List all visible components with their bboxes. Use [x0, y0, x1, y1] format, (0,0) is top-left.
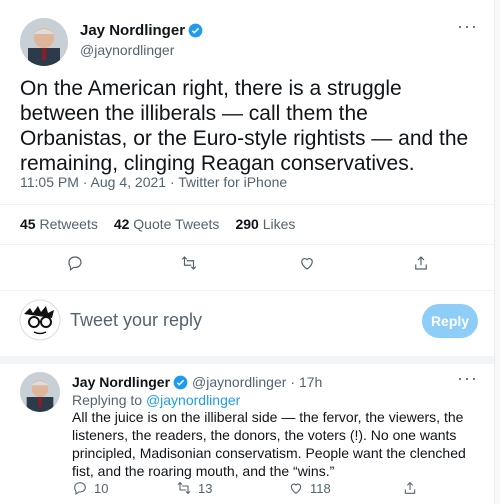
- like-heart-icon[interactable]: [298, 254, 316, 272]
- retweet-icon: [177, 481, 191, 495]
- reply-input[interactable]: Tweet your reply: [70, 310, 202, 331]
- section-separator: [0, 356, 494, 364]
- reply-author-name[interactable]: Jay Nordlinger: [72, 374, 170, 390]
- verified-badge-icon: [173, 375, 188, 389]
- verified-badge-icon: [188, 23, 203, 38]
- quote-tweets-stat[interactable]: 42 Quote Tweets: [114, 216, 220, 232]
- tweet-thread: Jay Nordlinger @jaynordlinger ··· On the…: [0, 0, 495, 504]
- more-options-icon[interactable]: ···: [457, 16, 478, 37]
- share-icon[interactable]: [402, 480, 418, 496]
- divider: [0, 244, 494, 245]
- divider: [0, 290, 494, 291]
- reply-author-avatar[interactable]: [20, 372, 60, 412]
- action-bar: [0, 254, 494, 278]
- share-icon[interactable]: [412, 254, 430, 272]
- author-name[interactable]: Jay Nordlinger: [80, 22, 185, 39]
- tweet-text: On the American right, there is a strugg…: [20, 77, 469, 175]
- replying-to-handle[interactable]: @jaynordlinger: [146, 392, 240, 408]
- retweet-icon[interactable]: [180, 254, 198, 272]
- author-handle[interactable]: @jaynordlinger: [80, 42, 203, 58]
- reply-retweet-action[interactable]: 13: [176, 480, 212, 496]
- divider: [0, 204, 494, 205]
- tweet-stats: 45 Retweets 42 Quote Tweets 290 Likes: [20, 216, 295, 232]
- retweets-stat[interactable]: 45 Retweets: [20, 216, 98, 232]
- reply-like-action[interactable]: 118: [288, 480, 331, 496]
- reply-time[interactable]: · 17h: [290, 374, 322, 390]
- reply-icon[interactable]: [66, 254, 84, 272]
- reply-reply-action[interactable]: 10: [72, 480, 108, 496]
- reply-icon: [74, 482, 86, 496]
- reply-header: Jay Nordlinger @jaynordlinger · 17h: [72, 374, 322, 390]
- reply-button[interactable]: Reply: [422, 304, 478, 338]
- reply-action-bar: 10 13 118: [72, 480, 480, 500]
- replying-to: Replying to @jaynordlinger: [72, 392, 241, 408]
- more-options-icon[interactable]: ···: [457, 368, 478, 389]
- reply-text: All the juice is on the illiberal side —…: [72, 409, 466, 479]
- reply-author-handle[interactable]: @jaynordlinger: [192, 374, 286, 390]
- tweet-timestamp[interactable]: 11:05 PM · Aug 4, 2021 · Twitter for iPh…: [20, 174, 287, 190]
- user-avatar[interactable]: [18, 298, 62, 342]
- like-heart-icon: [290, 483, 302, 494]
- author-avatar[interactable]: [20, 18, 68, 66]
- likes-stat[interactable]: 290 Likes: [235, 216, 295, 232]
